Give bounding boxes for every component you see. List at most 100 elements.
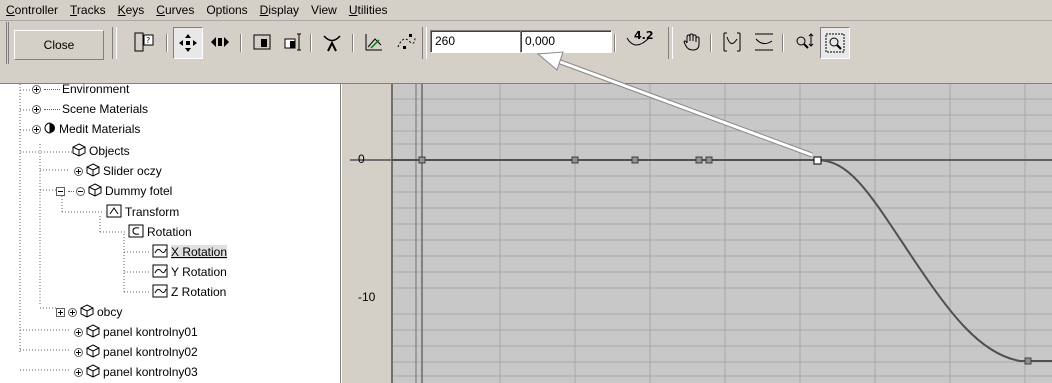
tree-item-x-rotation[interactable]: X Rotation [152,243,228,261]
tree-item-label: Dummy fotel [105,184,173,198]
curve-editor-graph[interactable]: 0 -10 [350,84,1052,383]
tree-item-label: Slider oczy [103,164,162,178]
tree-item[interactable]: Transform [106,203,179,221]
menu-utilities-mnemonic: U [348,3,358,17]
tree-item-y-rotation[interactable]: Y Rotation [152,263,227,281]
move-keys-icon[interactable] [173,27,203,59]
tree-item-label: obcy [97,305,123,319]
expand-icon[interactable] [68,307,77,317]
tree-item-label: panel kontrolny02 [103,345,198,359]
collapse-icon[interactable] [56,186,65,196]
tree-item[interactable]: Scene Materials [32,100,148,118]
tree-item-label: X Rotation [171,245,228,259]
object-cube-icon [88,182,102,200]
expand-icon[interactable] [32,124,41,134]
material-sphere-icon [44,121,56,137]
expand-icon[interactable] [74,347,83,357]
hierarchy-tree: Environment Scene Materials Medit Materi… [0,84,341,383]
menu-curves-label: urves [164,3,195,17]
toolbar-divider [112,27,117,59]
toolbar-separator [352,34,354,52]
menu-keys-label: eys [125,3,145,17]
connector [44,88,60,90]
menu-utilities[interactable]: Utilities [343,0,394,20]
tree-item-label: panel kontrolny01 [103,325,198,339]
frame-horizontal-icon[interactable] [718,27,746,57]
expand-icon[interactable] [74,166,83,176]
draw-curves-icon[interactable] [248,27,276,57]
expand-icon[interactable] [32,104,41,114]
object-cube-icon [86,343,100,361]
close-button[interactable]: Close [14,30,104,60]
menu-curves[interactable]: Curves [150,0,200,20]
object-cube-icon [86,363,100,381]
y-axis-label-zero: 0 [358,152,365,166]
tree-item-label: Objects [89,144,130,158]
reduce-keys-icon[interactable] [360,27,388,57]
frame-values-icon[interactable] [750,27,778,57]
menu-view[interactable]: View [305,0,343,20]
snap-value-label: 4.2 [634,30,654,42]
toolbar-separator [710,34,712,52]
filters-icon[interactable]: ? [130,27,158,57]
frame-field[interactable] [430,30,522,53]
expand-icon[interactable] [74,327,83,337]
menu-bar: Controller Tracks Keys Curves Options Di… [0,0,1052,21]
tree-item[interactable]: Medit Materials [32,120,140,138]
svg-text:?: ? [146,36,150,45]
tree-item[interactable]: panel kontrolny03 [74,363,198,381]
scale-values-icon[interactable] [280,27,308,57]
tree-item-label: Y Rotation [171,265,227,279]
curve-track-icon [152,264,168,281]
toolbar-separator [782,34,784,52]
menu-display[interactable]: Display [254,0,305,20]
lock-selection-icon[interactable] [392,27,420,57]
move-keys-horizontal-icon[interactable] [206,27,234,57]
expand-icon[interactable] [74,367,83,377]
tree-item[interactable]: Dummy fotel [56,182,172,200]
pan-hand-icon[interactable] [678,27,706,57]
expand-icon[interactable] [56,307,65,317]
toolbar-separator [240,34,242,52]
menu-keys[interactable]: Keys [112,0,151,20]
tree-item-z-rotation[interactable]: Z Rotation [152,283,226,301]
menu-options[interactable]: Options [200,0,253,20]
menu-view-label: View [311,3,337,17]
toolbar-separator [614,34,616,52]
toolbar-divider [422,27,427,59]
value-field[interactable] [520,30,612,53]
toolbar-separator [310,34,312,52]
tree-item-label: Transform [125,205,180,219]
tree-item[interactable]: Environment [32,84,129,98]
show-tangents-icon[interactable]: 4.2 [622,27,656,57]
add-keys-icon[interactable] [318,27,346,57]
tree-item-label: Z Rotation [171,285,227,299]
curve-canvas [350,84,1052,383]
zoom-icon[interactable] [790,27,818,57]
menu-tracks-mnemonic: T [70,3,77,17]
tree-item-label: Environment [62,84,130,96]
controller-icon [106,204,122,221]
tree-item[interactable]: Slider oczy [74,162,162,180]
menu-display-label: isplay [268,3,300,17]
tree-item[interactable]: Objects [72,142,130,160]
tree-item-label: Rotation [147,225,192,239]
object-cube-icon [72,142,86,160]
object-cube-icon [86,323,100,341]
collapse-icon[interactable] [76,186,85,196]
tree-item[interactable]: panel kontrolny01 [74,323,198,341]
expand-icon[interactable] [32,84,41,94]
zoom-region-icon[interactable] [820,27,850,59]
menu-controller-label: ontroller [14,3,59,17]
menu-utilities-label: tilities [357,3,388,17]
y-axis-label-minus10: -10 [358,290,376,304]
curve-track-icon [152,284,168,301]
tree-item[interactable]: panel kontrolny02 [74,343,198,361]
menu-tracks[interactable]: Tracks [64,0,112,20]
tree-item[interactable]: obcy [56,303,122,321]
menu-keys-mnemonic: K [117,3,126,17]
curve-track-icon [152,244,168,261]
menu-controller[interactable]: Controller [0,0,64,20]
tree-item[interactable]: Rotation [128,223,192,241]
connector [68,190,74,192]
